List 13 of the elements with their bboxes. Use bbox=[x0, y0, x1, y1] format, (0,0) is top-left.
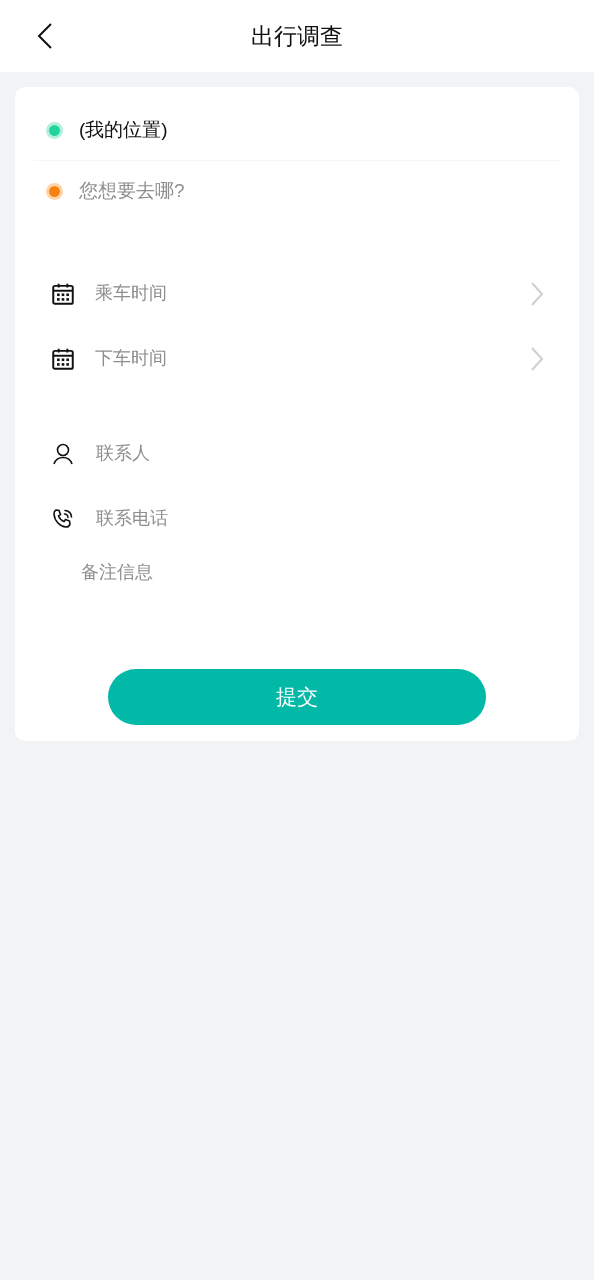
location-field[interactable]: (我的位置) bbox=[79, 116, 561, 145]
page-title: 出行调查 bbox=[251, 21, 343, 51]
person-icon bbox=[51, 441, 75, 466]
chevron-right-icon bbox=[529, 345, 545, 372]
time-picker-field[interactable]: 乘车时间 bbox=[95, 280, 529, 307]
phone-field[interactable]: 联系电话 bbox=[96, 505, 561, 532]
contact-name-field[interactable]: 联系人 bbox=[96, 440, 561, 467]
phone-icon bbox=[51, 506, 75, 531]
back-icon bbox=[37, 22, 53, 50]
chevron-right-icon bbox=[529, 280, 545, 307]
location-field[interactable]: 您想要去哪? bbox=[79, 176, 561, 206]
time-picker-field[interactable]: 下车时间 bbox=[95, 345, 529, 372]
remarks-field[interactable]: 备注信息 bbox=[81, 559, 561, 659]
